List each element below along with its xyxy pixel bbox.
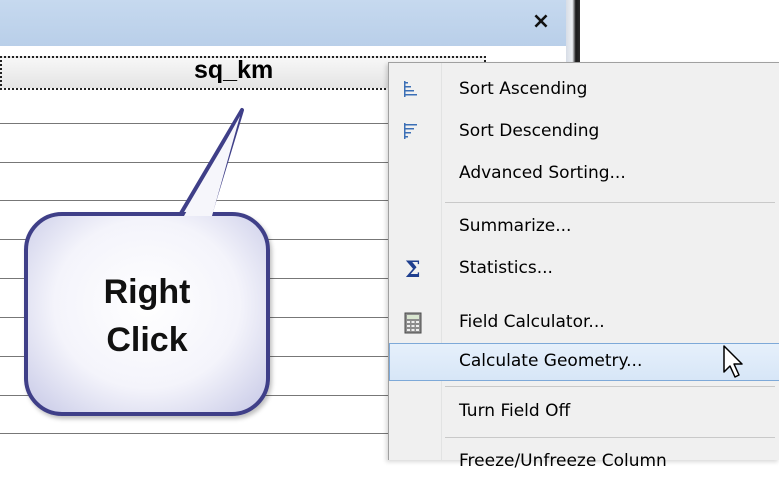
menu-item-label: Advanced Sorting... bbox=[459, 163, 626, 183]
menu-item-label: Freeze/Unfreeze Column bbox=[459, 451, 667, 471]
menu-item-calculate-geometry[interactable]: Calculate Geometry... bbox=[389, 343, 779, 381]
menu-item-label: Summarize... bbox=[459, 216, 572, 236]
menu-item-label: Sort Ascending bbox=[459, 79, 588, 99]
menu-item-turn-field-off[interactable]: Turn Field Off bbox=[389, 393, 779, 431]
sort-descending-icon bbox=[404, 123, 417, 139]
menu-item-label: Turn Field Off bbox=[459, 401, 571, 421]
menu-item-label: Field Calculator... bbox=[459, 312, 605, 332]
menu-separator bbox=[445, 202, 775, 203]
menu-item-sort-descending[interactable]: Sort Descending bbox=[389, 113, 779, 151]
menu-separator bbox=[445, 437, 775, 438]
calculator-icon bbox=[404, 312, 422, 334]
menu-separator bbox=[445, 386, 775, 387]
close-button[interactable]: × bbox=[528, 8, 554, 36]
menu-item-label: Statistics... bbox=[459, 258, 553, 278]
menu-item-sort-ascending[interactable]: Sort Ascending bbox=[389, 71, 779, 109]
menu-item-field-calculator[interactable]: Field Calculator... bbox=[389, 304, 779, 342]
column-header-label: sq_km bbox=[194, 56, 274, 84]
context-menu: Sort Ascending Sort Descending Advanced … bbox=[388, 62, 779, 471]
window-title-bar: × bbox=[0, 0, 566, 47]
mouse-cursor-icon bbox=[723, 345, 743, 378]
sort-ascending-icon bbox=[404, 81, 417, 97]
menu-item-statistics[interactable]: Σ Statistics... bbox=[389, 250, 779, 288]
callout-line-2: Click bbox=[106, 321, 188, 359]
right-click-callout: Right Click bbox=[24, 212, 270, 416]
callout-line-1: Right bbox=[103, 273, 191, 311]
menu-item-summarize[interactable]: Summarize... bbox=[389, 208, 779, 246]
menu-item-label: Sort Descending bbox=[459, 121, 600, 141]
svg-text:Σ: Σ bbox=[405, 258, 421, 280]
menu-item-label: Calculate Geometry... bbox=[459, 351, 643, 371]
menu-item-freeze-column[interactable]: Freeze/Unfreeze Column bbox=[389, 443, 779, 481]
menu-item-advanced-sorting[interactable]: Advanced Sorting... bbox=[389, 155, 779, 193]
sigma-icon: Σ bbox=[405, 258, 421, 280]
